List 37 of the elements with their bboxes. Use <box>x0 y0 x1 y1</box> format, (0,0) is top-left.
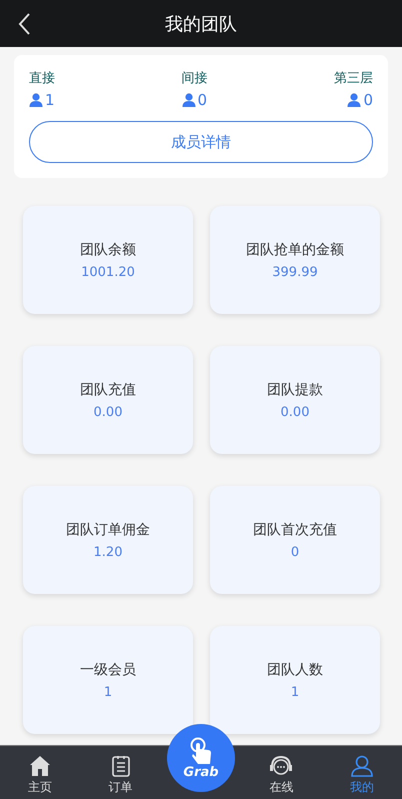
stat-label: 团队首次充值 <box>253 520 337 538</box>
stat-label: 团队订单佣金 <box>66 520 150 538</box>
member-count: 1 <box>45 91 55 109</box>
stat-value: 1 <box>290 684 300 700</box>
stat-value: 399.99 <box>272 264 318 280</box>
member-count: 0 <box>363 91 373 109</box>
stat-value: 0.00 <box>94 404 122 420</box>
member-count: 0 <box>198 91 208 109</box>
stat-label: 团队提款 <box>267 380 323 398</box>
home-tab[interactable]: 主页 <box>0 746 80 799</box>
home-icon <box>29 755 52 777</box>
level-label: 间接 <box>182 70 208 87</box>
online-tab[interactable]: 在线 <box>241 746 322 799</box>
stat-value: 1.20 <box>94 544 122 560</box>
stat-label: 一级会员 <box>80 660 136 678</box>
orders-tab[interactable]: 订单 <box>80 746 161 799</box>
page-title: 我的团队 <box>165 12 237 36</box>
person-icon <box>182 93 196 107</box>
level-label: 第三层 <box>334 70 373 87</box>
clipboard-icon <box>110 755 132 777</box>
back-icon[interactable] <box>17 12 31 36</box>
stat-value: 0.00 <box>280 404 310 420</box>
stat-label: 团队人数 <box>267 660 323 678</box>
stat-value: 1 <box>104 684 112 700</box>
level-label: 直接 <box>29 70 55 87</box>
stat-label: 团队充值 <box>80 380 136 398</box>
stat-value: 0 <box>290 544 300 560</box>
person-icon <box>350 755 373 777</box>
headset-chat-icon <box>269 755 294 777</box>
stat-value: 1001.20 <box>81 264 135 280</box>
stat-label: 团队抢单的金额 <box>246 240 344 258</box>
stat-label: 团队余额 <box>80 240 136 258</box>
grab-button[interactable]: Grab <box>167 724 236 792</box>
member-details-button[interactable]: 成员详情 <box>29 121 373 163</box>
me-tab[interactable]: 我的 <box>322 746 402 799</box>
person-icon <box>29 93 43 107</box>
person-icon <box>347 93 362 107</box>
